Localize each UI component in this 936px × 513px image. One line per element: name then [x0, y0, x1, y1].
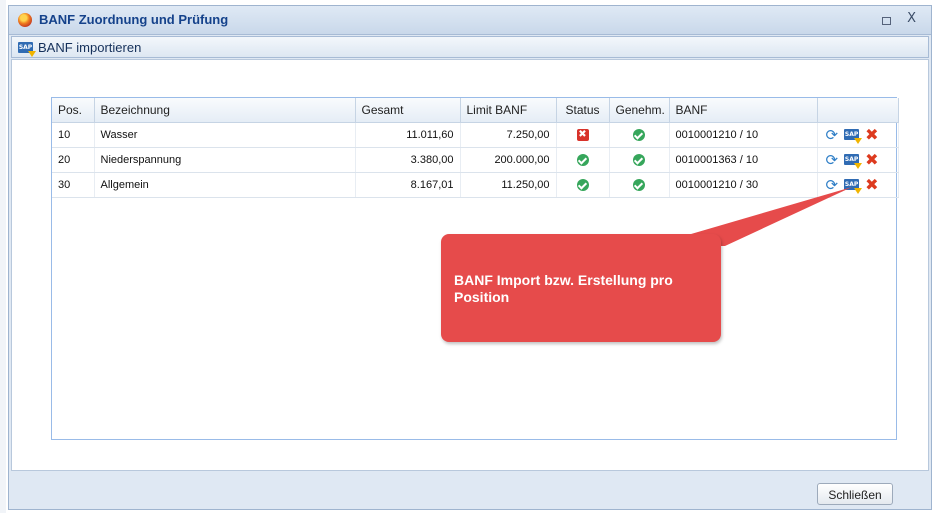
cell-actions: ⟳ SAP ✖ — [817, 147, 899, 173]
cell-banf: 0010001210 / 30 — [669, 172, 818, 198]
cell-genehm — [609, 122, 670, 148]
status-ok-icon — [576, 178, 589, 191]
refresh-icon[interactable]: ⟳ — [826, 177, 839, 192]
cell-actions: ⟳ SAP ✖ — [817, 172, 899, 198]
status-ok-icon — [576, 153, 589, 166]
app-logo-icon — [18, 13, 32, 27]
cell-bezeichnung: Allgemein — [94, 172, 356, 198]
cell-bezeichnung: Niederspannung — [94, 147, 356, 173]
table-row[interactable]: 10 Wasser 11.011,60 7.250,00 ✖ 001000121… — [52, 122, 899, 148]
table-row[interactable]: 30 Allgemein 8.167,01 11.250,00 00100012… — [52, 172, 899, 198]
sap-import-icon[interactable]: SAP — [844, 129, 863, 144]
approved-check-icon — [633, 178, 645, 191]
cell-banf: 0010001210 / 10 — [669, 122, 818, 148]
col-header-pos[interactable]: Pos. — [52, 98, 95, 123]
cell-genehm — [609, 172, 670, 198]
delete-icon[interactable]: ✖ — [865, 176, 878, 192]
cell-limit-banf: 7.250,00 — [460, 122, 557, 148]
sap-import-icon[interactable]: SAP — [844, 179, 863, 194]
delete-icon[interactable]: ✖ — [865, 126, 878, 142]
cell-pos: 10 — [52, 122, 95, 148]
col-header-status[interactable]: Status — [556, 98, 610, 123]
approved-check-icon — [633, 153, 645, 166]
cell-status — [556, 172, 610, 198]
callout-text: BANF Import bzw. Erstellung pro Position — [454, 272, 673, 305]
refresh-icon[interactable]: ⟳ — [826, 127, 839, 142]
sap-import-icon: SAP — [18, 41, 36, 57]
annotation-callout: BANF Import bzw. Erstellung pro Position — [441, 234, 721, 342]
sap-import-icon[interactable]: SAP — [844, 154, 863, 169]
cell-bezeichnung: Wasser — [94, 122, 356, 148]
maximize-button[interactable] — [882, 17, 891, 25]
col-header-actions — [817, 98, 899, 123]
cell-status: ✖ — [556, 122, 610, 148]
table-row[interactable]: 20 Niederspannung 3.380,00 200.000,00 00… — [52, 147, 899, 173]
position-table: Pos. Bezeichnung Gesamt Limit BANF Statu… — [52, 98, 899, 198]
cell-gesamt: 3.380,00 — [355, 147, 461, 173]
cell-limit-banf: 200.000,00 — [460, 147, 557, 173]
status-error-icon: ✖ — [576, 128, 589, 141]
col-header-limit-banf[interactable]: Limit BANF — [460, 98, 557, 123]
approved-check-icon — [633, 128, 645, 141]
cell-pos: 20 — [52, 147, 95, 173]
col-header-bezeichnung[interactable]: Bezeichnung — [94, 98, 356, 123]
cell-genehm — [609, 147, 670, 173]
col-header-genehm[interactable]: Genehm. — [609, 98, 670, 123]
cell-limit-banf: 11.250,00 — [460, 172, 557, 198]
cell-gesamt: 8.167,01 — [355, 172, 461, 198]
left-edge — [0, 0, 6, 513]
banf-import-button[interactable]: SAP BANF importieren — [18, 39, 142, 57]
close-button[interactable]: Schließen — [817, 483, 893, 505]
cell-status — [556, 147, 610, 173]
table-header-row: Pos. Bezeichnung Gesamt Limit BANF Statu… — [52, 98, 899, 123]
refresh-icon[interactable]: ⟳ — [826, 152, 839, 167]
col-header-banf[interactable]: BANF — [669, 98, 818, 123]
dialog-footer: Schließen — [11, 471, 929, 509]
cell-actions: ⟳ SAP ✖ — [817, 122, 899, 148]
toolbar: SAP BANF importieren — [11, 36, 929, 58]
banf-import-label: BANF importieren — [38, 39, 142, 55]
title-bar: BANF Zuordnung und Prüfung X — [9, 6, 931, 35]
close-window-button[interactable]: X — [907, 12, 916, 26]
cell-gesamt: 11.011,60 — [355, 122, 461, 148]
cell-pos: 30 — [52, 172, 95, 198]
cell-banf: 0010001363 / 10 — [669, 147, 818, 173]
window-title: BANF Zuordnung und Prüfung — [39, 12, 229, 27]
delete-icon[interactable]: ✖ — [865, 151, 878, 167]
col-header-gesamt[interactable]: Gesamt — [355, 98, 461, 123]
